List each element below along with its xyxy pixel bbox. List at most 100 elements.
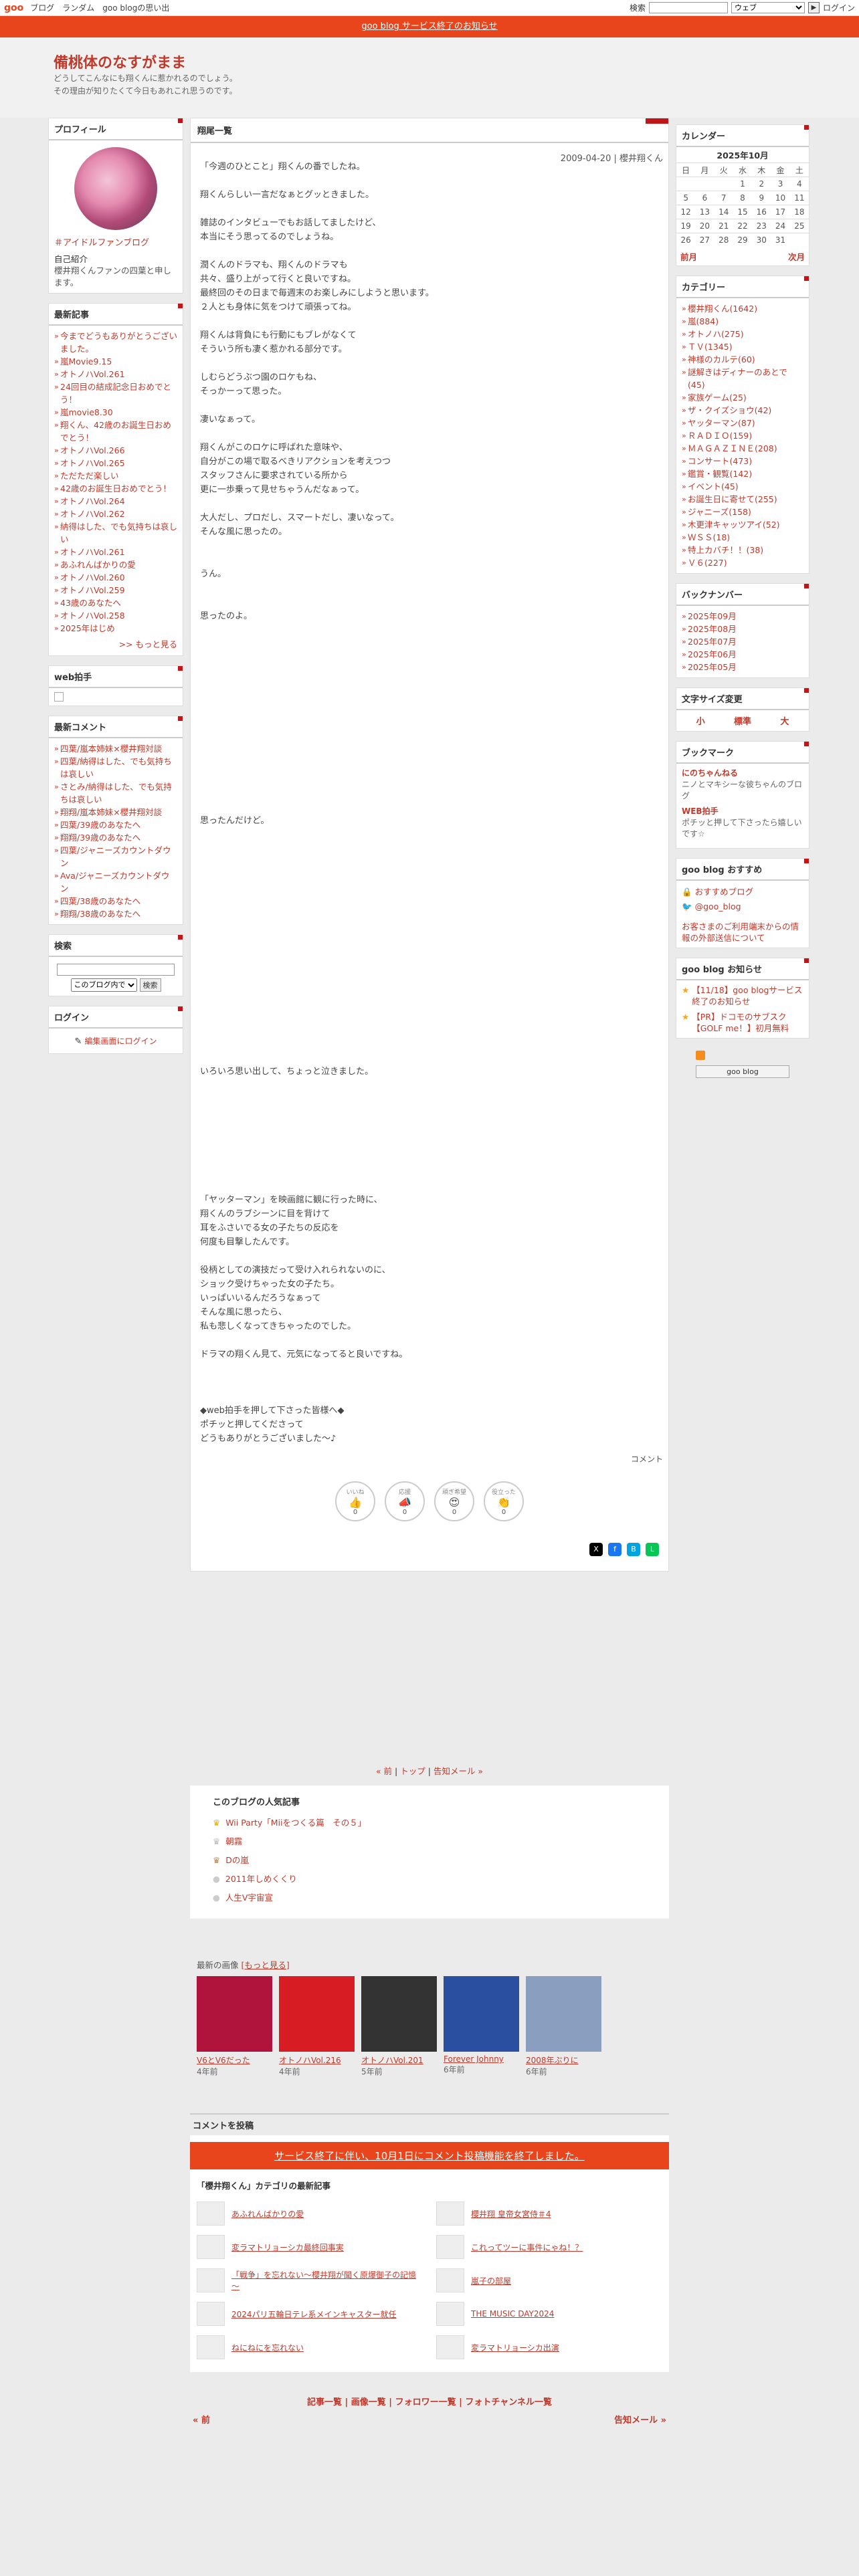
reaction-button[interactable]: いいね 👍 0: [335, 1481, 375, 1521]
category-post-link[interactable]: 嵐子の部屋: [471, 2275, 511, 2286]
comments-closed-notice[interactable]: サービス終了に伴い、10月1日にコメント投稿機能を終了しました。: [190, 2142, 669, 2169]
line-share-icon[interactable]: L: [646, 1543, 659, 1556]
goo-twitter-link[interactable]: @goo_blog: [695, 901, 741, 911]
recent-comment-item[interactable]: 四葉/納得はした、でも気持ちは哀しい: [54, 755, 177, 780]
recent-post-item[interactable]: オトノハVol.264: [54, 495, 177, 508]
category-post-item[interactable]: これってツーに事件にゃね！？: [436, 2232, 662, 2262]
category-item[interactable]: Ｖ６(227): [682, 556, 803, 569]
recent-image-item[interactable]: 2008年ぶりに 6年前: [526, 1976, 601, 2077]
global-search-input[interactable]: [648, 2, 728, 13]
post-thumbnail[interactable]: [436, 2202, 464, 2226]
popular-post-item[interactable]: ● 2011年しめくくり: [213, 1872, 646, 1887]
image-caption[interactable]: V6とV6だった: [197, 2054, 272, 2066]
login-link[interactable]: ログイン: [823, 2, 855, 13]
pager-top[interactable]: トップ: [400, 1766, 425, 1776]
recent-post-item[interactable]: オトノハVol.261: [54, 546, 177, 558]
image-thumbnail[interactable]: [279, 1976, 355, 2052]
recent-post-item[interactable]: 嵐Movie9.15: [54, 355, 177, 368]
category-post-link[interactable]: あふれんばかりの愛: [231, 2208, 304, 2220]
recent-post-item[interactable]: 24回目の結成記念日おめでとう！: [54, 381, 177, 406]
category-item[interactable]: 特上カバチ！！(38): [682, 544, 803, 556]
profile-genre-link[interactable]: ＃アイドルファンブログ: [54, 238, 149, 248]
font-small-button[interactable]: 小: [696, 714, 705, 727]
popular-post-link[interactable]: Wii Party「Miiをつくる篇 その５」: [225, 1816, 366, 1830]
recent-comment-item[interactable]: 翔翔/嵐本姉妹×櫻井翔対談: [54, 806, 177, 819]
category-item[interactable]: ＲＡＤＩＯ(159): [682, 429, 803, 442]
category-item[interactable]: 櫻井翔くん(1642): [682, 302, 803, 315]
category-post-item[interactable]: 「戦争」を忘れない～櫻井翔が聞く原爆御子の記憶～: [197, 2265, 423, 2296]
popular-post-item[interactable]: ♛ 朝霧: [213, 1834, 646, 1849]
hatena-share-icon[interactable]: B: [627, 1543, 640, 1556]
category-post-item[interactable]: 変ラマトリョーシカ出演: [436, 2332, 662, 2363]
category-post-item[interactable]: 2024パリ五輪日テレ系メインキャスター就任: [197, 2298, 423, 2329]
image-caption[interactable]: オトノハVol.201: [361, 2054, 437, 2066]
news-link-1[interactable]: 【11/18】goo blogサービス終了のお知らせ: [692, 984, 803, 1007]
recent-comment-item[interactable]: 四葉/ジャニーズカウントダウン: [54, 844, 177, 869]
footer-next[interactable]: 告知メール »: [614, 2413, 666, 2426]
category-item[interactable]: ヤッターマン(87): [682, 417, 803, 429]
category-item[interactable]: 家族ゲーム(25): [682, 391, 803, 404]
reaction-button[interactable]: 応援 📣 0: [385, 1481, 425, 1521]
image-thumbnail[interactable]: [361, 1976, 437, 2052]
recent-post-item[interactable]: オトノハVol.259: [54, 584, 177, 597]
post-thumbnail[interactable]: [197, 2268, 225, 2292]
recent-post-item[interactable]: オトノハVol.260: [54, 571, 177, 584]
post-thumbnail[interactable]: [436, 2235, 464, 2259]
calendar-prev[interactable]: 前月: [680, 250, 697, 263]
topbar-link-blog[interactable]: ブログ: [30, 2, 54, 13]
recent-comment-item[interactable]: 四葉/39歳のあなたへ: [54, 819, 177, 831]
calendar-next[interactable]: 次月: [788, 250, 805, 263]
reaction-button[interactable]: 役立った 👏 0: [484, 1481, 524, 1521]
pager-prev[interactable]: « 前: [376, 1766, 392, 1776]
recent-image-item[interactable]: V6とV6だった 4年前: [197, 1976, 272, 2077]
image-thumbnail[interactable]: [526, 1976, 601, 2052]
category-post-item[interactable]: ねにねにを忘れない: [197, 2332, 423, 2363]
backnumber-item[interactable]: 2025年09月: [682, 610, 803, 623]
recent-comment-item[interactable]: 四葉/38歳のあなたへ: [54, 895, 177, 907]
post-thumbnail[interactable]: [197, 2335, 225, 2359]
post-thumbnail[interactable]: [197, 2302, 225, 2326]
external-data-link[interactable]: お客さまのご利用端末からの情報の外部送信について: [682, 922, 799, 943]
category-item[interactable]: ジャニーズ(158): [682, 506, 803, 518]
footer-prev[interactable]: « 前: [193, 2413, 210, 2426]
font-large-button[interactable]: 大: [780, 714, 789, 727]
popular-post-link[interactable]: 人生V宇宙宣: [225, 1891, 273, 1905]
recent-post-item[interactable]: 嵐movie8.30: [54, 406, 177, 419]
topbar-link-memories[interactable]: goo blogの思い出: [102, 2, 169, 13]
image-caption[interactable]: オトノハVol.216: [279, 2054, 355, 2066]
recent-post-item[interactable]: オトノハVol.261: [54, 368, 177, 381]
post-thumbnail[interactable]: [197, 2202, 225, 2226]
category-item[interactable]: ＭＡＧＡＺＩＮＥ(208): [682, 442, 803, 455]
category-item[interactable]: 謎解きはディナーのあとで(45): [682, 366, 803, 391]
recent-image-item[interactable]: オトノハVol.216 4年前: [279, 1976, 355, 2077]
blog-search-button[interactable]: 検索: [139, 978, 161, 992]
post-thumbnail[interactable]: [436, 2302, 464, 2326]
category-item[interactable]: オトノハ(275): [682, 328, 803, 340]
backnumber-item[interactable]: 2025年07月: [682, 635, 803, 648]
category-post-item[interactable]: 変ラマトリョーシカ最終回事実: [197, 2232, 423, 2262]
footer-nav-links[interactable]: 記事一覧 | 画像一覧 | フォロワー一覧 | フォトチャンネル一覧: [190, 2395, 669, 2407]
category-post-link[interactable]: 「戦争」を忘れない～櫻井翔が聞く原爆御子の記憶～: [231, 2269, 423, 2292]
pager-next[interactable]: 告知メール »: [434, 1766, 483, 1776]
service-end-link[interactable]: goo blog サービス終了のお知らせ: [361, 21, 497, 31]
recent-post-item[interactable]: 43歳のあなたへ: [54, 597, 177, 609]
category-post-link[interactable]: ねにねにを忘れない: [231, 2342, 304, 2353]
post-thumbnail[interactable]: [436, 2268, 464, 2292]
news-link-2[interactable]: 【PR】ドコモのサブスク【GOLF me！】初月無料: [692, 1011, 803, 1034]
x-share-icon[interactable]: X: [589, 1543, 603, 1556]
popular-post-link[interactable]: 2011年しめくくり: [225, 1872, 297, 1887]
recent-post-item[interactable]: あふれんばかりの愛: [54, 558, 177, 571]
category-item[interactable]: ザ・クイズショウ(42): [682, 404, 803, 417]
image-thumbnail[interactable]: [444, 1976, 519, 2052]
recent-comment-item[interactable]: 翔翔/38歳のあなたへ: [54, 907, 177, 920]
category-post-link[interactable]: これってツーに事件にゃね！？: [471, 2242, 583, 2253]
category-post-link[interactable]: 変ラマトリョーシカ最終回事実: [231, 2242, 344, 2253]
edit-login-link[interactable]: 編集画面にログイン: [85, 1037, 157, 1046]
popular-post-item[interactable]: ♛ Dの嵐: [213, 1853, 646, 1868]
recent-post-item[interactable]: 42歳のお誕生日おめでとう！: [54, 482, 177, 495]
bookmark-link[interactable]: WEB拍手: [682, 806, 803, 817]
recent-post-item[interactable]: ただただ楽しい: [54, 469, 177, 482]
recent-comment-item[interactable]: 翔翔/39歳のあなたへ: [54, 831, 177, 844]
backnumber-item[interactable]: 2025年08月: [682, 623, 803, 635]
bookmark-link[interactable]: にのちゃんねる: [682, 768, 803, 779]
